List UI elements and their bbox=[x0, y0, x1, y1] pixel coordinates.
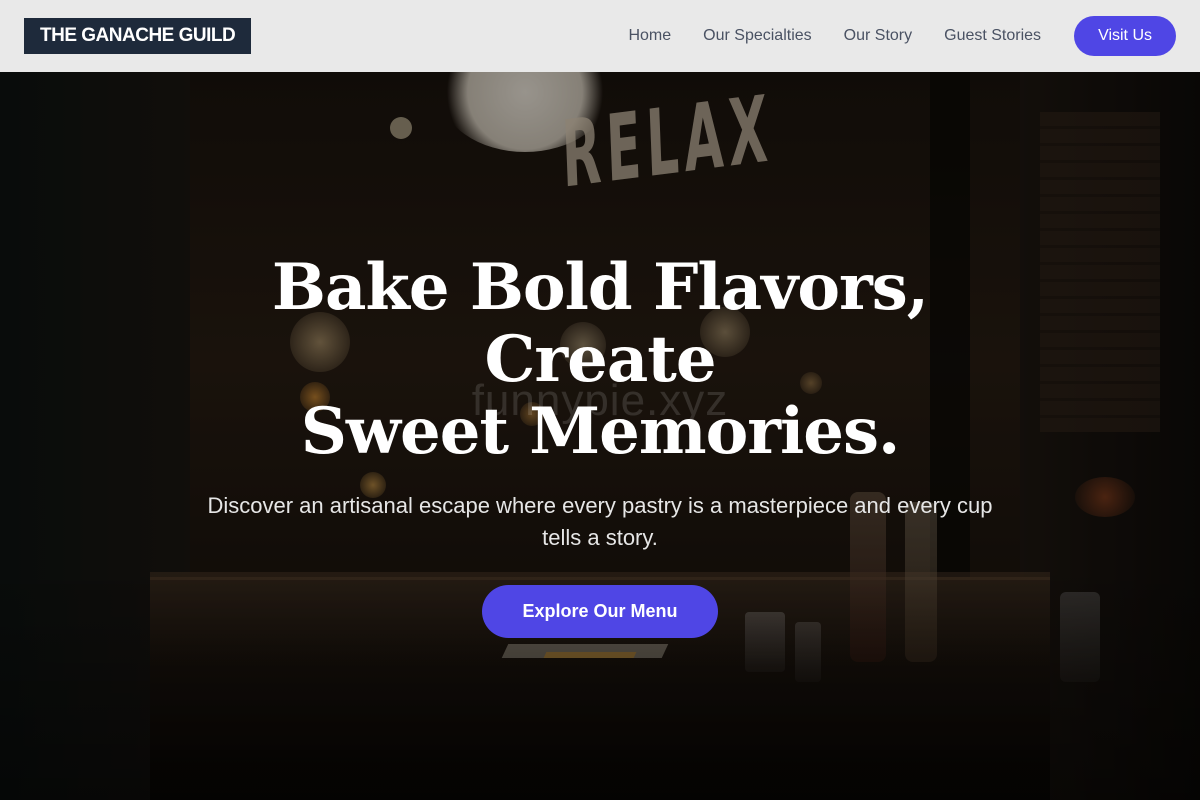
nav-link-home[interactable]: Home bbox=[628, 27, 671, 45]
nav-link-our-specialties[interactable]: Our Specialties bbox=[703, 27, 812, 45]
main-nav: Home Our Specialties Our Story Guest Sto… bbox=[596, 16, 1176, 56]
hero-content: funnypie.xyz Bake Bold Flavors, Create S… bbox=[0, 252, 1200, 638]
hero-section: RELAX funnypie.xyz Bake Bold Flavors, Cr… bbox=[0, 72, 1200, 800]
site-header: THE GANACHE GUILD Home Our Specialties O… bbox=[0, 0, 1200, 72]
watermark-text: funnypie.xyz bbox=[471, 376, 729, 425]
explore-menu-button[interactable]: Explore Our Menu bbox=[482, 585, 718, 638]
brand-logo[interactable]: THE GANACHE GUILD bbox=[24, 18, 252, 54]
nav-link-guest-stories[interactable]: Guest Stories bbox=[944, 27, 1041, 45]
hero-subtitle: Discover an artisanal escape where every… bbox=[207, 493, 993, 550]
visit-us-button[interactable]: Visit Us bbox=[1074, 16, 1176, 56]
nav-link-our-story[interactable]: Our Story bbox=[844, 27, 912, 45]
hero-heading-line-1: Bake Bold Flavors, Create bbox=[271, 250, 929, 397]
hero-heading: Bake Bold Flavors, Create Sweet Memories… bbox=[150, 252, 1050, 468]
